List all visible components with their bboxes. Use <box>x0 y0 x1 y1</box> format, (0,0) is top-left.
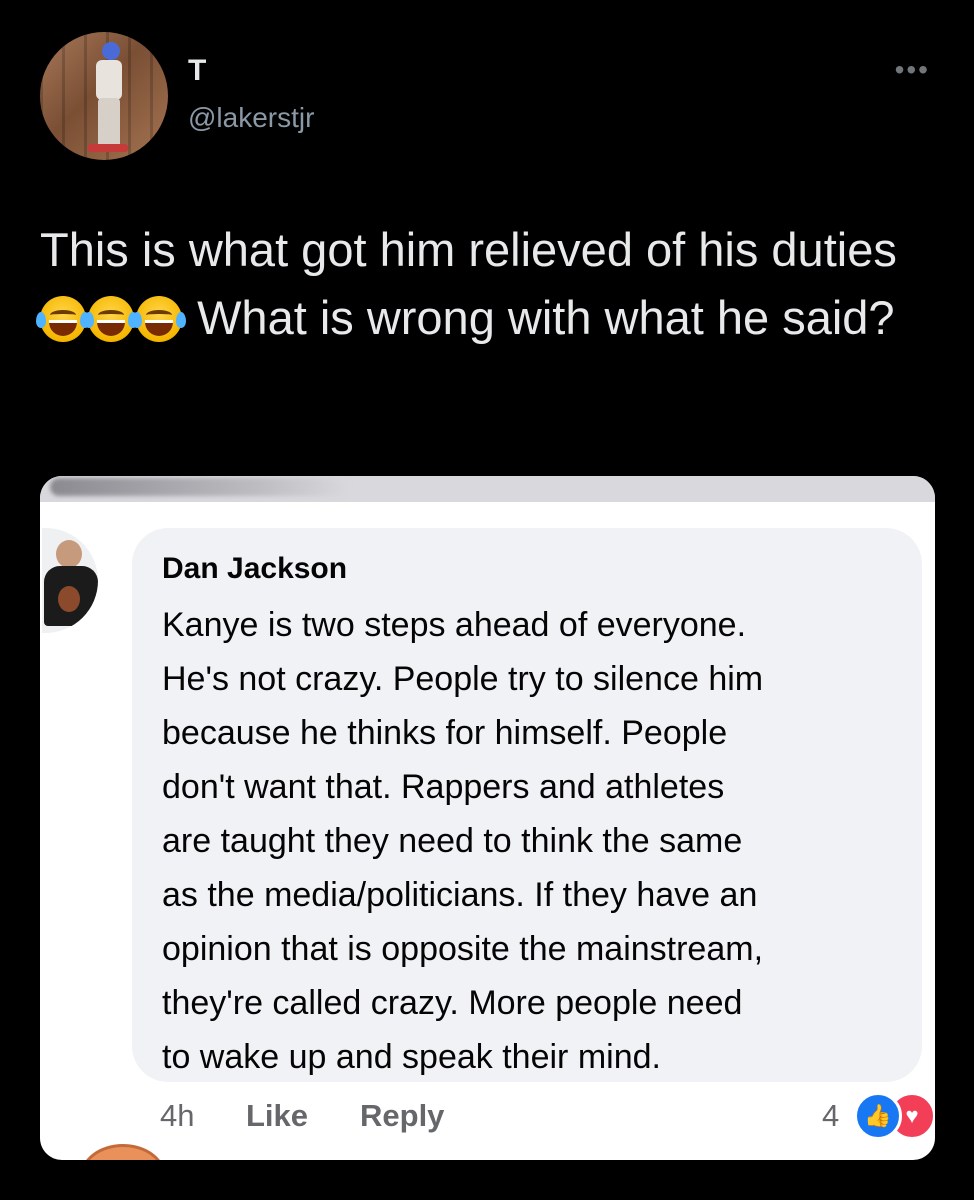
face-with-tears-of-joy-icon <box>132 296 186 342</box>
tweet-text-part2: What is wrong with what he said? <box>197 291 895 344</box>
tweet-display-name[interactable]: T <box>188 54 206 88</box>
comment-line: as the media/politicians. If they have a… <box>162 876 758 914</box>
tweet-text: This is what got him relieved of his dut… <box>36 216 920 352</box>
reaction-count[interactable]: 4 <box>822 1098 839 1134</box>
commenter-avatar <box>42 528 98 633</box>
more-horizontal-icon[interactable]: ••• <box>895 56 930 84</box>
comment-line: they're called crazy. More people need <box>162 984 743 1022</box>
football-icon <box>58 586 80 612</box>
next-comment-avatar <box>80 1144 166 1160</box>
tweet-text-part1: This is what got him relieved of his dut… <box>40 223 897 276</box>
like-reaction-icon: 👍 <box>854 1092 902 1140</box>
face-with-tears-of-joy-icon <box>84 296 138 342</box>
blurred-text <box>50 478 350 496</box>
tweet-handle[interactable]: @lakerstjr <box>188 102 314 134</box>
face-with-tears-of-joy-icon <box>36 296 90 342</box>
comment-bubble: Dan Jackson Kanye is two steps ahead of … <box>132 528 922 1082</box>
comment-line: to wake up and speak their mind. <box>162 1038 661 1076</box>
comment-line: don't want that. Rappers and athletes <box>162 768 725 806</box>
avatar-figure-legs <box>98 98 120 150</box>
screenshot-top-bar <box>40 476 935 502</box>
comment-author: Dan Jackson <box>162 552 348 585</box>
avatar-figure-shoes <box>88 144 128 152</box>
comment-line: Kanye is two steps ahead of everyone. <box>162 606 747 644</box>
tweet-media-screenshot[interactable]: Dan Jackson Kanye is two steps ahead of … <box>40 476 935 1160</box>
comment-line: because he thinks for himself. People <box>162 714 728 752</box>
comment-line: are taught they need to think the same <box>162 822 743 860</box>
avatar-figure-body <box>96 60 122 100</box>
comment-line: He's not crazy. People try to silence hi… <box>162 660 764 698</box>
comment-body: Kanye is two steps ahead of everyone. He… <box>162 598 902 1084</box>
reply-button[interactable]: Reply <box>360 1098 444 1134</box>
like-button[interactable]: Like <box>246 1098 308 1134</box>
tweet-author-avatar[interactable] <box>40 32 168 160</box>
avatar-head <box>56 540 82 568</box>
comment-line: opinion that is opposite the mainstream, <box>162 930 764 968</box>
avatar-figure-head <box>102 42 120 60</box>
comment-timestamp: 4h <box>160 1098 195 1133</box>
